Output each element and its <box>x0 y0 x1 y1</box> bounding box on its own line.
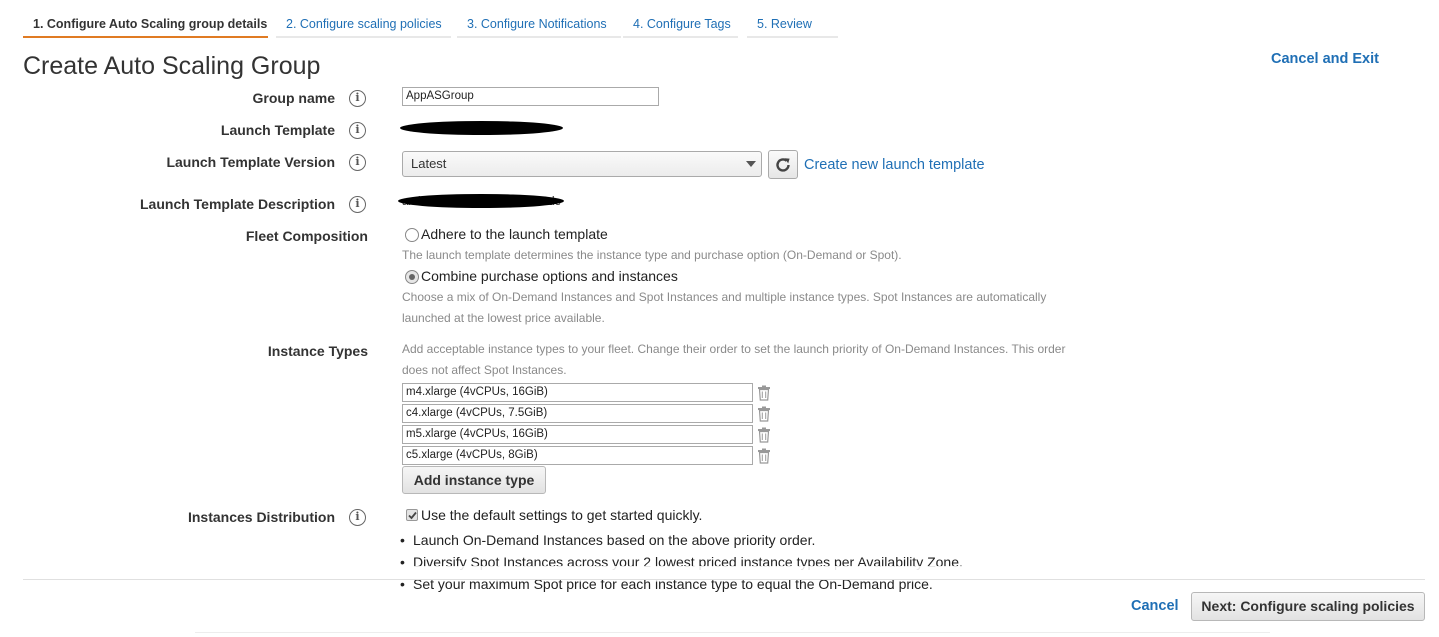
trash-icon[interactable] <box>757 427 771 443</box>
trash-icon[interactable] <box>757 406 771 422</box>
bottom-edge <box>195 632 1270 633</box>
combine-radio[interactable] <box>405 270 419 284</box>
combine-hint-line2: launched at the lowest price available. <box>402 311 605 325</box>
fleet-composition-label: Fleet Composition <box>245 228 368 244</box>
cancel-button[interactable]: Cancel <box>1131 598 1179 614</box>
instance-type-input[interactable]: m5.xlarge (4vCPUs, 16GiB) <box>402 425 753 444</box>
default-settings-label: Use the default settings to get started … <box>421 507 703 523</box>
adhere-option-label: Adhere to the launch template <box>421 226 608 242</box>
create-new-launch-template-link[interactable]: Create new launch template <box>804 157 985 173</box>
redaction-mark <box>398 194 564 208</box>
tab-configure-notifications[interactable]: 3. Configure Notifications <box>457 10 621 38</box>
launch-template-version-select[interactable]: Latest <box>402 151 762 177</box>
launch-template-description-label: Launch Template Description <box>140 196 335 212</box>
launch-template-label: Launch Template <box>220 122 335 138</box>
tab-configure-scaling-policies[interactable]: 2. Configure scaling policies <box>276 10 451 38</box>
tab-configure-details[interactable]: 1. Configure Auto Scaling group details <box>23 10 268 38</box>
cancel-and-exit-link[interactable]: Cancel and Exit <box>1271 51 1379 67</box>
instance-type-input[interactable]: c4.xlarge (4vCPUs, 7.5GiB) <box>402 404 753 423</box>
refresh-button[interactable] <box>768 150 798 179</box>
add-instance-type-button[interactable]: Add instance type <box>402 466 546 494</box>
trash-icon[interactable] <box>757 385 771 401</box>
info-icon[interactable]: i <box>349 154 366 171</box>
list-item: Launch On-Demand Instances based on the … <box>397 529 963 551</box>
instances-distribution-label: Instances Distribution <box>187 509 335 525</box>
page-title: Create Auto Scaling Group <box>23 52 321 80</box>
info-icon[interactable]: i <box>349 509 366 526</box>
adhere-hint: The launch template determines the insta… <box>402 248 902 262</box>
trash-icon[interactable] <box>757 448 771 464</box>
scroll-fade <box>0 566 1439 580</box>
info-icon[interactable]: i <box>349 122 366 139</box>
info-icon[interactable]: i <box>349 196 366 213</box>
combine-option-label: Combine purchase options and instances <box>421 268 678 284</box>
info-icon[interactable]: i <box>349 90 366 107</box>
instance-types-hint-line2: does not affect Spot Instances. <box>402 363 567 377</box>
combine-hint: Choose a mix of On-Demand Instances and … <box>402 290 1047 304</box>
next-button[interactable]: Next: Configure scaling policies <box>1191 592 1425 621</box>
select-value: Latest <box>411 156 447 171</box>
footer-divider <box>23 579 1425 580</box>
chevron-down-icon <box>746 161 756 167</box>
tab-configure-tags[interactable]: 4. Configure Tags <box>623 10 738 38</box>
instance-types-hint: Add acceptable instance types to your fl… <box>402 342 1066 356</box>
group-name-input[interactable]: AppASGroup <box>402 87 659 106</box>
distribution-details-list: Launch On-Demand Instances based on the … <box>397 529 963 595</box>
tab-review[interactable]: 5. Review <box>747 10 838 38</box>
checkmark-icon <box>408 511 417 520</box>
instance-type-input[interactable]: m4.xlarge (4vCPUs, 16GiB) <box>402 383 753 402</box>
instance-types-label: Instance Types <box>267 343 368 359</box>
adhere-radio[interactable] <box>405 228 419 242</box>
redaction-mark <box>400 121 563 135</box>
instance-type-input[interactable]: c5.xlarge (4vCPUs, 8GiB) <box>402 446 753 465</box>
group-name-label: Group name <box>252 90 335 106</box>
default-settings-checkbox[interactable] <box>406 509 418 521</box>
launch-template-version-label: Launch Template Version <box>166 154 335 170</box>
refresh-icon <box>776 158 790 172</box>
